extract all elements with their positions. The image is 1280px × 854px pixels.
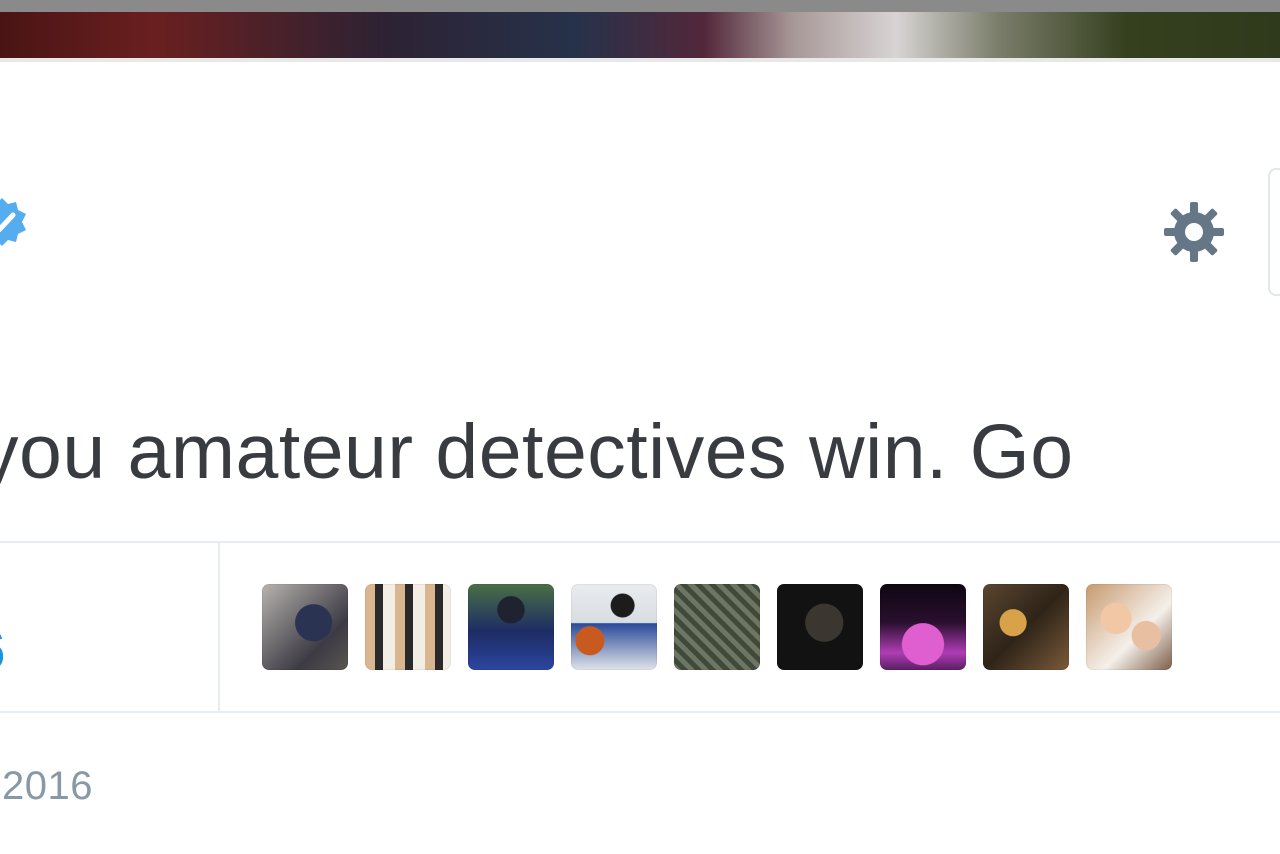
- avatar[interactable]: [468, 584, 554, 670]
- tweet-date: 2016: [2, 764, 93, 808]
- liker-avatars: [262, 584, 1172, 670]
- avatar[interactable]: [880, 584, 966, 670]
- avatar[interactable]: [674, 584, 760, 670]
- stat-label: S: [0, 571, 1, 610]
- avatar[interactable]: [983, 584, 1069, 670]
- follow-button-edge[interactable]: [1268, 168, 1280, 296]
- stats-divider: [218, 543, 220, 711]
- window-top-edge: [0, 0, 1280, 12]
- avatar[interactable]: [262, 584, 348, 670]
- avatar[interactable]: [1086, 584, 1172, 670]
- gear-icon[interactable]: [1162, 200, 1226, 264]
- avatar[interactable]: [365, 584, 451, 670]
- verified-badge-icon: [0, 196, 28, 248]
- profile-banner-image: [0, 12, 1280, 58]
- tweet-stats-row: S 6: [0, 541, 1280, 713]
- banner-divider: [0, 58, 1280, 62]
- avatar[interactable]: [777, 584, 863, 670]
- avatar[interactable]: [571, 584, 657, 670]
- tweet-text: you amateur detectives win. Go: [0, 409, 1074, 495]
- stat-value[interactable]: 6: [0, 617, 5, 682]
